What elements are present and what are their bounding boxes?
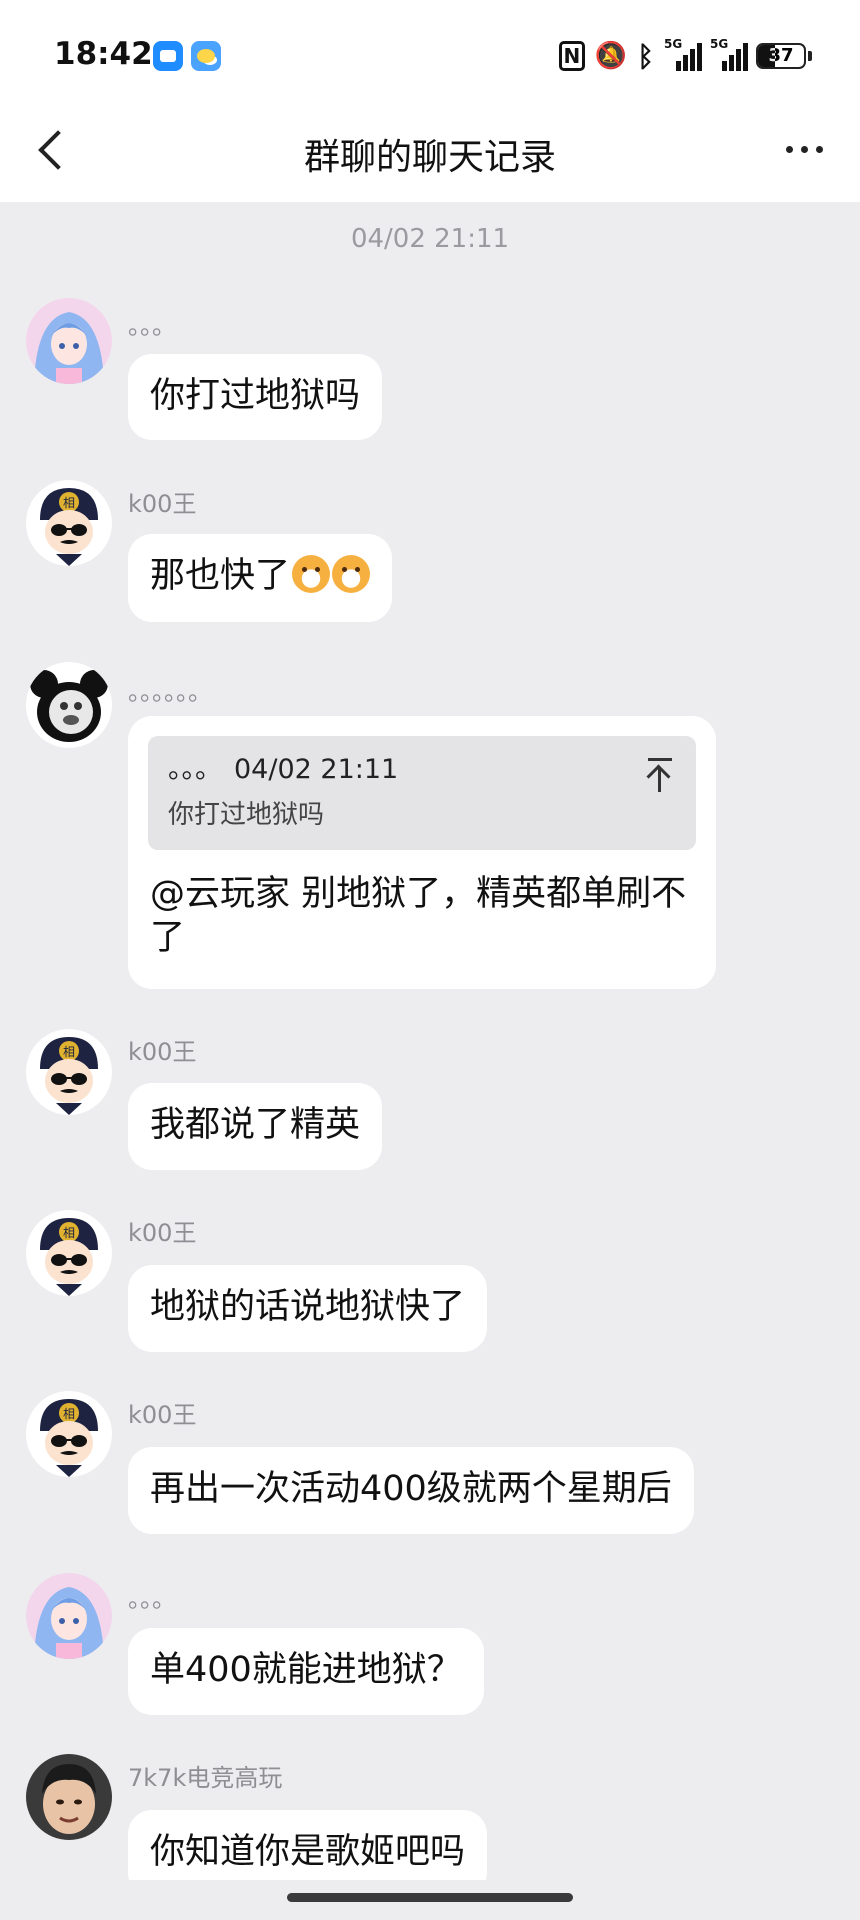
message-text: 那也快了 bbox=[150, 556, 291, 596]
svg-text:相: 相 bbox=[63, 496, 75, 510]
mute-bell-icon: 🔕 bbox=[594, 41, 628, 71]
avatar[interactable]: 相 bbox=[26, 480, 112, 566]
network-label: 5G bbox=[664, 37, 683, 51]
page-title: 群聊的聊天记录 bbox=[303, 137, 556, 178]
battery-level: 37 bbox=[768, 45, 794, 66]
sender-name: k00王 bbox=[128, 1219, 197, 1247]
avatar[interactable]: 相 bbox=[26, 1210, 112, 1296]
quote-text: 你打过地狱吗 bbox=[168, 800, 325, 830]
message-bubble[interactable]: 。。。 04/02 21:11 你打过地狱吗 @云玩家 别地狱了，精英都单刷不了 bbox=[128, 716, 716, 989]
svg-text:相: 相 bbox=[63, 1407, 75, 1421]
message-bubble[interactable]: 你打过地狱吗 bbox=[128, 354, 383, 440]
quote-author: 。。。 bbox=[168, 754, 222, 785]
status-time: 18:42 bbox=[54, 36, 153, 72]
navigation-bar: 群聊的聊天记录 bbox=[0, 96, 860, 202]
message-bubble[interactable]: 单400就能进地狱？ bbox=[128, 1628, 484, 1715]
avatar[interactable]: 相 bbox=[26, 1029, 112, 1115]
home-indicator[interactable] bbox=[287, 1893, 573, 1902]
more-options-button[interactable] bbox=[780, 124, 830, 174]
avatar[interactable] bbox=[26, 298, 112, 384]
shiba-emoji-icon bbox=[292, 555, 331, 593]
app-notification-icon bbox=[153, 41, 183, 71]
chat-timestamp: 04/02 21:11 bbox=[350, 224, 510, 254]
sender-name: 。。。 bbox=[128, 312, 176, 340]
bluetooth-icon: ᛒ bbox=[637, 39, 654, 73]
network-label-2: 5G bbox=[710, 37, 729, 51]
sender-name: 。。。 bbox=[128, 1585, 176, 1613]
jump-to-original-icon[interactable] bbox=[646, 758, 676, 792]
avatar[interactable] bbox=[26, 1754, 112, 1840]
signal-5g-icon-2: 5G bbox=[710, 37, 748, 71]
avatar[interactable] bbox=[26, 1573, 112, 1659]
quote-time: 04/02 21:11 bbox=[234, 754, 399, 785]
quoted-message[interactable]: 。。。 04/02 21:11 你打过地狱吗 bbox=[148, 736, 696, 850]
weather-notification-icon bbox=[191, 41, 221, 71]
sender-name: k00王 bbox=[128, 1401, 197, 1429]
avatar[interactable]: 相 bbox=[26, 1391, 112, 1477]
sender-name: k00王 bbox=[128, 490, 197, 518]
avatar[interactable] bbox=[26, 662, 112, 748]
svg-text:相: 相 bbox=[63, 1226, 75, 1240]
signal-5g-icon: 5G bbox=[664, 37, 702, 71]
shiba-emoji-icon bbox=[332, 555, 371, 593]
sender-name: 7k7k电竞高玩 bbox=[128, 1764, 283, 1792]
battery-icon: 37 bbox=[756, 43, 806, 69]
sender-name: 。。。。。。 bbox=[128, 678, 212, 706]
message-bubble[interactable]: 那也快了 bbox=[128, 534, 393, 622]
message-bubble[interactable]: 再出一次活动400级就两个星期后 bbox=[128, 1447, 694, 1534]
message-text: @云玩家 别地狱了，精英都单刷不了 bbox=[150, 874, 687, 958]
sender-name: k00王 bbox=[128, 1038, 197, 1066]
status-bar: 18:42 N 🔕 ᛒ 5G 5G 37 bbox=[0, 0, 860, 96]
message-bubble[interactable]: 我都说了精英 bbox=[128, 1083, 383, 1170]
svg-text:相: 相 bbox=[63, 1045, 75, 1059]
message-bubble[interactable]: 地狱的话说地狱快了 bbox=[128, 1265, 488, 1352]
nfc-icon: N bbox=[558, 41, 585, 71]
